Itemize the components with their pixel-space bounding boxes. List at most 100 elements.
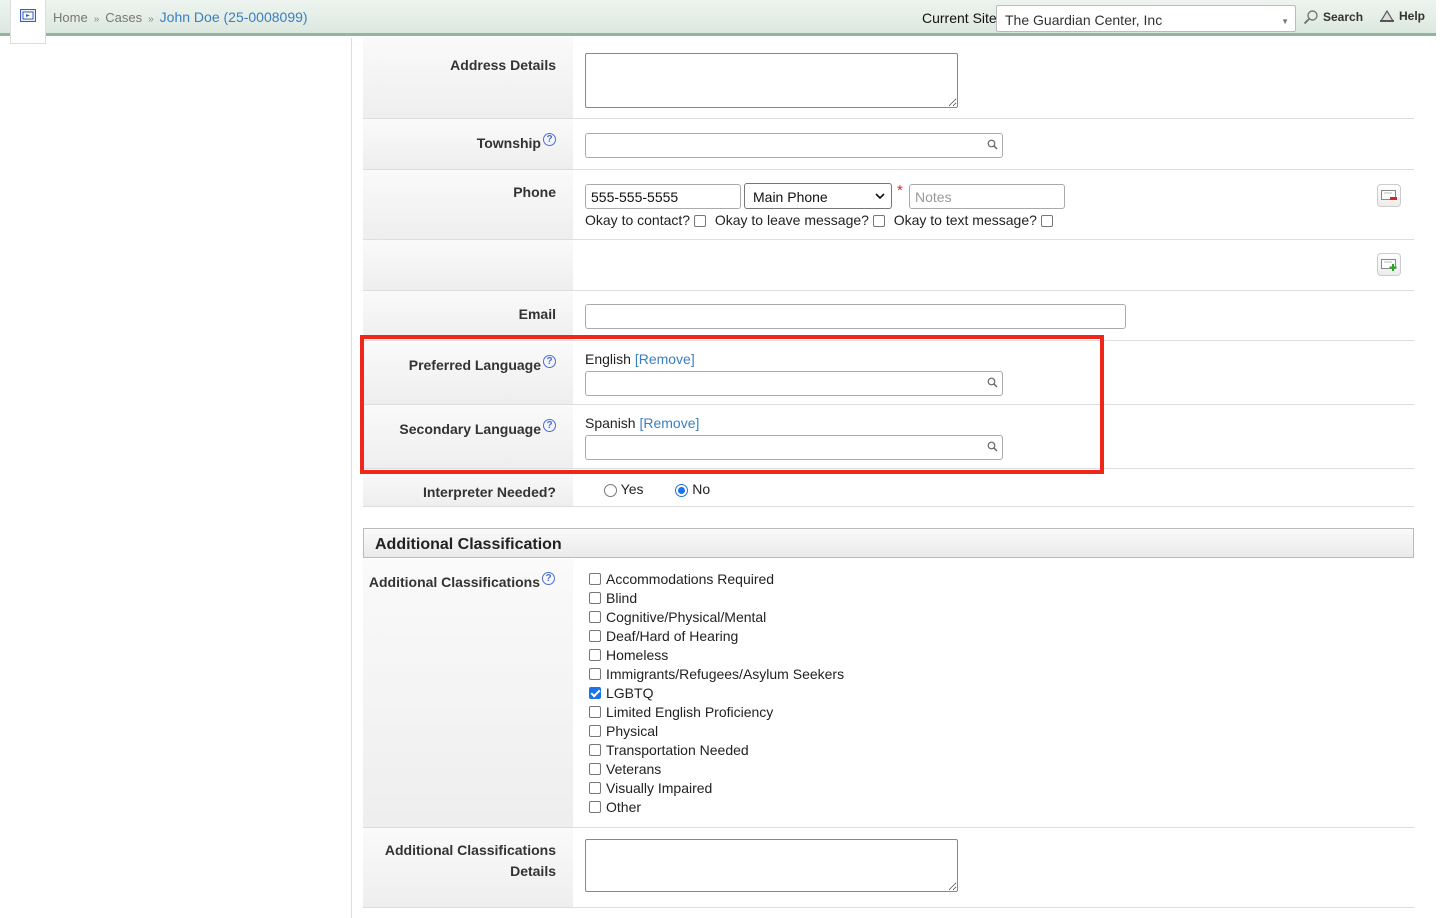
phone-notes-input[interactable]: Notes — [909, 184, 1065, 209]
additional-classification-header: Additional Classification — [363, 528, 1414, 558]
classification-checkbox[interactable] — [589, 648, 601, 661]
required-marker: * — [897, 182, 903, 199]
classification-label: Blind — [606, 589, 638, 606]
case-form-panel: Address Details Township? Phone 555-555-… — [351, 38, 1436, 918]
classification-checkbox[interactable] — [589, 686, 601, 699]
additional-classifications-details-label: Additional Classifications Details — [363, 828, 573, 907]
search-button[interactable]: Search — [1303, 9, 1363, 25]
okay-to-contact-checkbox[interactable] — [693, 215, 706, 228]
classification-item[interactable]: Limited English Proficiency — [589, 702, 844, 721]
classification-item[interactable]: Cognitive/Physical/Mental — [589, 607, 844, 626]
breadcrumb-separator: » — [93, 14, 100, 25]
classification-label: Transportation Needed — [606, 741, 749, 758]
classification-checkbox[interactable] — [589, 610, 601, 623]
township-label: Township? — [363, 119, 573, 169]
okay-to-leave-message-label: Okay to leave message? — [714, 212, 869, 228]
phone-row: Phone 555-555-5555 Main Phone * Notes Ok… — [363, 170, 1414, 240]
classification-checkbox[interactable] — [589, 629, 601, 642]
interpreter-yes-radio[interactable] — [604, 483, 617, 497]
interpreter-row: Interpreter Needed? Yes No — [363, 469, 1414, 507]
classification-label: Immigrants/Refugees/Asylum Seekers — [606, 665, 845, 682]
classification-item[interactable]: Blind — [589, 588, 844, 607]
okay-to-leave-message-checkbox[interactable] — [872, 215, 885, 228]
help-button[interactable]: Help — [1379, 9, 1425, 23]
phone-number-input[interactable]: 555-555-5555 — [585, 184, 741, 209]
classification-label: Visually Impaired — [606, 779, 713, 796]
classification-item[interactable]: Veterans — [589, 759, 844, 778]
app-menu-button[interactable] — [10, 0, 46, 44]
classification-checkbox[interactable] — [589, 762, 601, 775]
classification-checkbox[interactable] — [589, 781, 601, 794]
okay-to-contact-label: Okay to contact? — [585, 212, 691, 228]
classification-item[interactable]: Transportation Needed — [589, 740, 844, 759]
phone-label: Phone — [363, 170, 573, 239]
remove-phone-icon — [1381, 189, 1397, 200]
classification-checkbox[interactable] — [589, 724, 601, 737]
classification-checkbox[interactable] — [589, 667, 601, 680]
top-bar: Home » Cases » John Doe (25-0008099) Current… — [0, 0, 1436, 44]
help-label: Help — [1399, 9, 1426, 23]
current-site-select[interactable]: The Guardian Center, Inc ▼ — [996, 5, 1296, 32]
add-phone-row — [363, 240, 1414, 291]
highlight-box — [360, 335, 1104, 474]
add-phone-row-label — [363, 240, 573, 290]
add-phone-button[interactable] — [1377, 253, 1401, 276]
classification-item[interactable]: Accommodations Required — [589, 569, 844, 588]
current-site-value: The Guardian Center, Inc — [1005, 12, 1163, 28]
search-label: Search — [1323, 10, 1364, 24]
chevron-down-icon — [875, 193, 885, 200]
help-circle-icon[interactable]: ? — [543, 133, 556, 146]
additional-classifications-details-textarea[interactable] — [585, 839, 958, 892]
app-logo-icon — [20, 9, 36, 22]
classification-item[interactable]: Visually Impaired — [589, 778, 844, 797]
classification-label: Homeless — [606, 646, 669, 663]
breadcrumb-home[interactable]: Home — [53, 10, 88, 25]
phone-type-select[interactable]: Main Phone — [744, 183, 892, 209]
interpreter-label: Interpreter Needed? — [363, 469, 573, 506]
magnifier-icon — [987, 139, 998, 150]
breadcrumb-current-case[interactable]: John Doe (25-0008099) — [160, 9, 308, 25]
classification-checkbox[interactable] — [589, 572, 601, 585]
classification-label: Accommodations Required — [606, 570, 775, 587]
classification-item[interactable]: LGBTQ — [589, 683, 844, 702]
remove-phone-button[interactable] — [1377, 184, 1401, 207]
chevron-down-icon: ▼ — [1281, 17, 1289, 26]
help-circle-icon[interactable]: ? — [542, 572, 555, 585]
additional-classifications-list: Accommodations Required Blind Cognitive/Ph… — [589, 569, 844, 816]
classification-checkbox[interactable] — [589, 743, 601, 756]
classification-label: Other — [606, 798, 642, 815]
breadcrumb-separator: » — [148, 14, 154, 25]
email-row: Email — [363, 291, 1414, 341]
classification-item[interactable]: Deaf/Hard of Hearing — [589, 626, 844, 645]
classification-label: Limited English Proficiency — [606, 703, 774, 720]
additional-classifications-details-row: Additional Classifications Details — [363, 828, 1414, 908]
classification-label: Cognitive/Physical/Mental — [606, 608, 767, 625]
classification-item[interactable]: Physical — [589, 721, 844, 740]
phone-contact-options: Okay to contact? Okay to leave message? … — [585, 212, 1053, 228]
phone-type-value: Main Phone — [753, 189, 828, 205]
address-details-textarea[interactable] — [585, 53, 958, 108]
additional-classifications-row: Additional Classifications? — [363, 559, 1414, 828]
classification-checkbox[interactable] — [589, 705, 601, 718]
interpreter-no-radio[interactable] — [675, 483, 689, 497]
okay-to-text-message-label: Okay to text message? — [893, 212, 1037, 228]
interpreter-radio-group: Yes No — [604, 481, 710, 497]
township-row: Township? — [363, 119, 1414, 170]
email-input[interactable] — [585, 304, 1126, 329]
okay-to-text-message-checkbox[interactable] — [1040, 215, 1053, 228]
classification-checkbox[interactable] — [589, 800, 601, 813]
classification-item[interactable]: Immigrants/Refugees/Asylum Seekers — [589, 664, 844, 683]
classification-label: LGBTQ — [606, 684, 654, 701]
search-icon — [1303, 10, 1318, 25]
classification-checkbox[interactable] — [589, 591, 601, 604]
add-phone-icon — [1381, 258, 1397, 271]
classification-label: Veterans — [606, 760, 662, 777]
classification-item[interactable]: Other — [589, 797, 844, 816]
email-label: Email — [363, 291, 573, 340]
current-site-label: Current Site — [922, 10, 997, 26]
township-search-input[interactable] — [585, 133, 1003, 158]
breadcrumb-cases[interactable]: Cases — [105, 10, 142, 25]
classification-label: Physical — [606, 722, 659, 739]
classification-item[interactable]: Homeless — [589, 645, 844, 664]
help-icon — [1379, 9, 1395, 22]
